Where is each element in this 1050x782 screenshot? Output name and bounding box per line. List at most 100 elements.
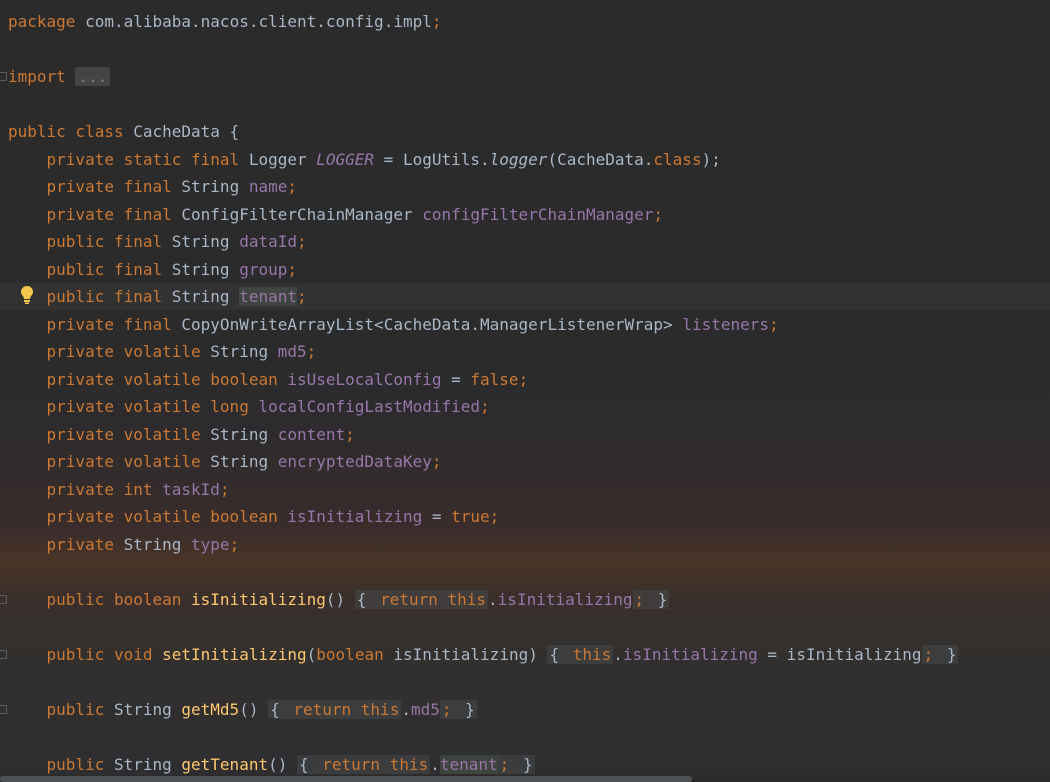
code-line[interactable]: private volatile long localConfigLastMod… bbox=[0, 393, 1050, 420]
code-token: ; bbox=[345, 425, 355, 444]
code-line[interactable]: public void setInitializing(boolean isIn… bbox=[0, 641, 1050, 668]
code-token: ; bbox=[518, 370, 529, 389]
code-token: ; bbox=[296, 287, 307, 306]
code-token: ; bbox=[480, 397, 490, 416]
code-line-text: private volatile boolean isInitializing … bbox=[8, 503, 500, 530]
fold-marker-icon[interactable] bbox=[0, 650, 7, 659]
code-token: isInitializing bbox=[191, 590, 326, 609]
code-token: private volatile bbox=[8, 452, 201, 471]
code-token: = isInitializing bbox=[757, 645, 922, 664]
code-token: private volatile boolean bbox=[8, 370, 278, 389]
code-token: () bbox=[239, 700, 269, 719]
code-token: public class bbox=[8, 122, 124, 141]
code-line-text: private String type; bbox=[8, 531, 240, 558]
code-token: String bbox=[162, 232, 240, 251]
code-token: LOGGER bbox=[316, 150, 375, 169]
code-token: getTenant bbox=[181, 755, 269, 774]
code-line[interactable]: public final String dataId; bbox=[0, 228, 1050, 255]
code-token: public final bbox=[8, 260, 163, 279]
code-token: ); bbox=[701, 150, 721, 169]
code-token: String bbox=[113, 535, 192, 554]
code-token: ConfigFilterChainManager bbox=[171, 205, 423, 224]
code-token: private bbox=[8, 535, 114, 554]
code-token: ; bbox=[287, 177, 297, 196]
code-token: false bbox=[470, 370, 519, 389]
code-token: logger bbox=[489, 150, 548, 169]
code-line[interactable]: private volatile boolean isInitializing … bbox=[0, 503, 1050, 530]
code-line-text: public final String dataId; bbox=[8, 228, 307, 255]
code-token: String bbox=[104, 755, 182, 774]
code-token: package bbox=[8, 12, 76, 31]
code-line[interactable]: private final String name; bbox=[0, 173, 1050, 200]
code-token: String bbox=[162, 260, 240, 279]
horizontal-scrollbar-thumb[interactable] bbox=[0, 776, 692, 782]
code-line[interactable]: private volatile String md5; bbox=[0, 338, 1050, 365]
code-line[interactable]: public final String group; bbox=[0, 256, 1050, 283]
code-line-text: private static final Logger LOGGER = Log… bbox=[8, 146, 721, 173]
code-token: return this bbox=[320, 755, 431, 774]
code-token: CopyOnWriteArrayList<CacheData.ManagerLi… bbox=[171, 315, 683, 334]
code-token: ; bbox=[431, 452, 442, 471]
code-token: private volatile boolean bbox=[8, 507, 278, 526]
code-line[interactable]: private final CopyOnWriteArrayList<Cache… bbox=[0, 311, 1050, 338]
code-token: com.alibaba.nacos.client.config.impl bbox=[75, 12, 432, 31]
code-token: String bbox=[104, 700, 182, 719]
code-line[interactable]: public boolean isInitializing() { return… bbox=[0, 586, 1050, 613]
lightbulb-icon[interactable] bbox=[19, 285, 35, 305]
code-line-text: package com.alibaba.nacos.client.config.… bbox=[8, 8, 442, 35]
code-token: Logger bbox=[239, 150, 317, 169]
code-token: encryptedDataKey bbox=[277, 452, 432, 471]
code-token: type bbox=[191, 535, 230, 554]
code-line[interactable]: private int taskId; bbox=[0, 476, 1050, 503]
fold-marker-icon[interactable] bbox=[0, 705, 7, 714]
code-token: } bbox=[646, 590, 670, 609]
code-token: ; bbox=[632, 590, 647, 609]
code-line-text: public class CacheData { bbox=[8, 118, 239, 145]
code-token: = bbox=[422, 507, 452, 526]
code-line[interactable]: private String type; bbox=[0, 531, 1050, 558]
code-line-text: private volatile String content; bbox=[8, 421, 355, 448]
code-line-text: private final CopyOnWriteArrayList<Cache… bbox=[8, 311, 779, 338]
code-token: (CacheData. bbox=[547, 150, 654, 169]
code-token: ; bbox=[306, 342, 317, 361]
code-token: private volatile bbox=[8, 425, 201, 444]
code-token: isInitializing) bbox=[383, 645, 548, 664]
code-line[interactable]: private volatile String content; bbox=[0, 421, 1050, 448]
code-line[interactable]: public class CacheData { bbox=[0, 118, 1050, 145]
code-token: private static final bbox=[8, 150, 240, 169]
code-token: () bbox=[268, 755, 297, 774]
code-line-text: public final String tenant; bbox=[8, 283, 307, 310]
code-token: private volatile bbox=[8, 342, 201, 361]
code-editor[interactable]: package com.alibaba.nacos.client.config.… bbox=[0, 0, 1050, 775]
code-token: ; bbox=[489, 507, 500, 526]
horizontal-scrollbar[interactable] bbox=[0, 775, 1050, 782]
code-line[interactable]: public String getTenant() { return this.… bbox=[0, 751, 1050, 775]
code-line[interactable]: private volatile boolean isUseLocalConfi… bbox=[0, 366, 1050, 393]
code-token: return this bbox=[378, 590, 489, 609]
code-token: localConfigLastModified bbox=[258, 397, 481, 416]
code-line[interactable]: private static final Logger LOGGER = Log… bbox=[0, 146, 1050, 173]
code-token: isInitializing bbox=[497, 590, 633, 609]
code-line[interactable]: private final ConfigFilterChainManager c… bbox=[0, 201, 1050, 228]
code-line[interactable]: public final String tenant; bbox=[0, 283, 1050, 310]
fold-marker-icon[interactable] bbox=[0, 595, 7, 604]
code-token: return this bbox=[291, 700, 402, 719]
code-line[interactable]: private volatile String encryptedDataKey… bbox=[0, 448, 1050, 475]
code-line-text: public final String group; bbox=[8, 256, 297, 283]
code-line-text: public String getTenant() { return this.… bbox=[8, 751, 535, 775]
code-token: tenant bbox=[239, 287, 297, 306]
code-line[interactable]: public String getMd5() { return this .md5… bbox=[0, 696, 1050, 723]
code-token: listeners bbox=[682, 315, 770, 334]
code-line[interactable]: import ... bbox=[0, 63, 1050, 90]
code-line-text: private volatile boolean isUseLocalConfi… bbox=[8, 366, 529, 393]
code-line-text: public String getMd5() { return this .md5… bbox=[8, 696, 477, 723]
code-line[interactable]: package com.alibaba.nacos.client.config.… bbox=[0, 8, 1050, 35]
code-line-text: private int taskId; bbox=[8, 476, 230, 503]
fold-marker-icon[interactable] bbox=[0, 72, 7, 81]
code-token: setInitializing bbox=[162, 645, 307, 664]
code-token: { bbox=[354, 590, 379, 609]
code-token: name bbox=[248, 177, 288, 196]
